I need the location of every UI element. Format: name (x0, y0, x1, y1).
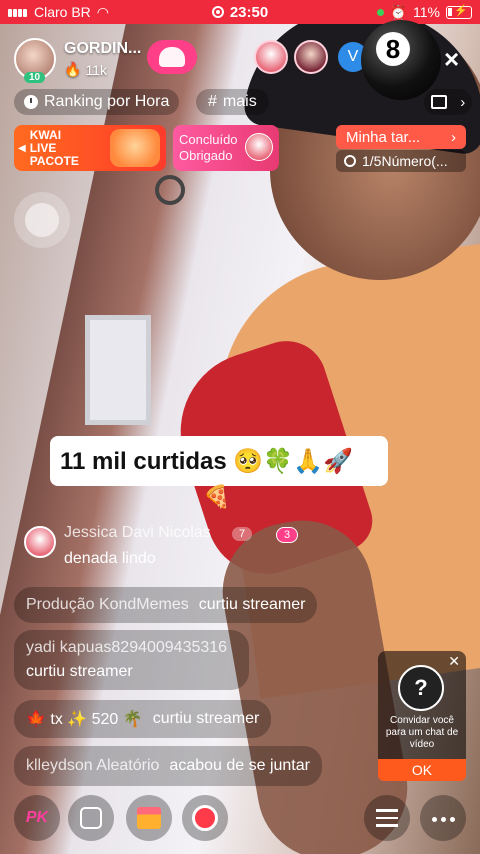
task-title: Minha tar... (346, 128, 421, 146)
chevron-left-icon: ◀ (18, 142, 26, 154)
carrier-label: Claro BR (34, 4, 91, 20)
more-button[interactable] (420, 795, 466, 841)
invite-ok-button[interactable]: OK (378, 759, 466, 781)
chat-message-featured[interactable]: Jessica Davi Nicolas 7 3 denada lindo (14, 520, 334, 576)
close-icon[interactable]: × (444, 44, 459, 75)
hashtag-button[interactable]: # mais (196, 89, 269, 115)
hashtag-label: mais (222, 93, 257, 110)
signal-icon (8, 4, 28, 20)
time-label: 23:50 (229, 3, 269, 21)
ranking-button[interactable]: Ranking por Hora (14, 89, 180, 115)
invite-avatar: ? (398, 665, 444, 711)
battery-percent: 11% (413, 4, 440, 20)
home-icon (430, 95, 447, 109)
mic-button[interactable] (182, 795, 228, 841)
eight-ball-overlay: 8 (361, 20, 441, 100)
video-call-button[interactable] (68, 795, 114, 841)
chat-message[interactable]: klleydson Aleatório acabou de se juntar (14, 746, 322, 786)
top-viewers[interactable]: V (254, 40, 368, 74)
chat-text: curtiu streamer (152, 710, 260, 727)
task-progress-text: 1/5Número(... (362, 153, 448, 169)
follow-button[interactable] (147, 40, 197, 74)
chat-username: 🍁 tx ✨ 520 🌴 (26, 711, 143, 728)
kwai-live-package-banner[interactable]: ◀ KWAI LIVE PACOTE (14, 125, 166, 171)
chat-username: Produção KondMemes (26, 596, 189, 613)
host-info[interactable]: 10 GORDIN... 🔥 11k (14, 38, 142, 83)
camera-indicator-icon (376, 8, 384, 16)
thanks-avatar (245, 133, 273, 161)
host-likes-count: 11k (85, 61, 107, 78)
toast-text: 11 mil curtidas 🥺🍀🙏🚀 (60, 447, 353, 475)
screen-record-icon (211, 6, 224, 18)
home-button[interactable]: › (424, 89, 472, 115)
fan-badge: 3 (276, 527, 299, 543)
mascot-image (110, 129, 160, 167)
gift-button[interactable] (126, 795, 172, 841)
chat-username: klleydson Aleatório (26, 757, 160, 774)
thanks-banner[interactable]: Concluído Obrigado (173, 125, 279, 171)
bottom-toolbar: PK (0, 795, 480, 845)
clock-icon (24, 95, 38, 109)
thanks-line-2: Obrigado (179, 148, 233, 163)
pk-label: PK (25, 809, 49, 826)
avatar[interactable] (24, 526, 56, 558)
chat-text: denada lindo (64, 550, 156, 567)
menu-icon (376, 804, 398, 832)
host-level-badge: 10 (24, 72, 46, 83)
chevron-right-icon: › (451, 128, 456, 146)
assistive-touch-button[interactable] (14, 192, 70, 248)
chat-username: Jessica Davi Nicolas (64, 524, 211, 541)
viewer-avatar[interactable] (294, 40, 328, 74)
thanks-line-1: Concluído (179, 132, 238, 147)
ranking-label: Ranking por Hora (44, 93, 170, 110)
chat-username: yadi kapuas8294009435316 (26, 639, 228, 656)
likes-toast: 11 mil curtidas 🥺🍀🙏🚀 (50, 436, 388, 486)
chat-text: acabou de se juntar (169, 757, 310, 774)
mic-icon (192, 805, 218, 831)
close-icon[interactable]: ✕ (448, 653, 460, 670)
pk-button[interactable]: PK (14, 795, 60, 841)
gift-icon (137, 807, 161, 829)
chat-message[interactable]: yadi kapuas8294009435316 curtiu streamer (14, 630, 250, 690)
chat-text: curtiu streamer (26, 663, 133, 680)
viewer-avatar[interactable] (254, 40, 288, 74)
eight-ball-number: 8 (376, 32, 410, 66)
chevron-right-icon: › (460, 93, 466, 111)
package-label: PACOTE (29, 153, 79, 168)
kwai-label: KWAI (29, 127, 62, 142)
heart-icon (159, 47, 185, 67)
chat-message[interactable]: Produção KondMemes curtiu streamer (14, 587, 318, 623)
more-icon (430, 809, 457, 827)
invite-text: Convidar você para um chat de vídeo (385, 715, 459, 750)
user-level-badge: 7 (232, 527, 253, 541)
battery-icon (446, 4, 472, 19)
flame-icon: 🔥 (64, 61, 82, 77)
my-task-button[interactable]: Minha tar... › (336, 125, 466, 149)
video-chat-invite-card[interactable]: ✕ ? Convidar você para um chat de vídeo … (378, 651, 466, 781)
menu-button[interactable] (364, 795, 410, 841)
task-progress[interactable]: 1/5Número(... (336, 150, 466, 172)
toast-emoji: 🍕 (203, 484, 231, 509)
alarm-icon: ⏰ (389, 3, 408, 20)
task-target-icon (344, 155, 356, 167)
chat-message[interactable]: 🍁 tx ✨ 520 🌴 curtiu streamer (14, 700, 272, 738)
live-label: LIVE (29, 140, 57, 155)
hashtag-icon: # (208, 93, 217, 110)
video-call-icon (80, 807, 102, 829)
host-avatar[interactable]: 10 (14, 38, 56, 83)
chat-text: curtiu streamer (198, 596, 306, 613)
wifi-icon: ◠ (96, 3, 110, 20)
host-name: GORDIN... (64, 40, 142, 57)
